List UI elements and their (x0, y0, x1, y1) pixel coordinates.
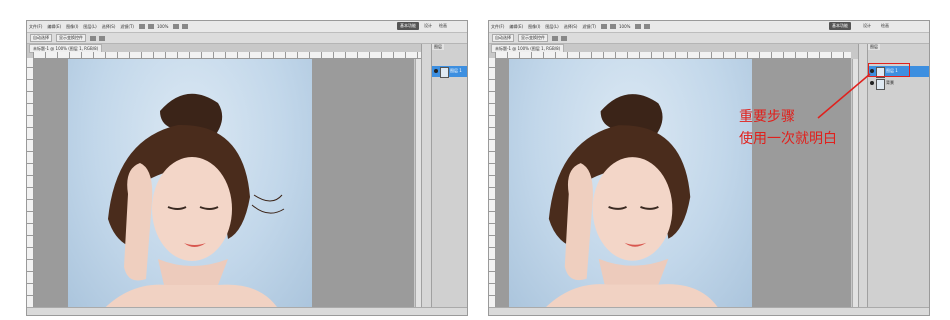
status-bar (489, 307, 929, 315)
layer-name: 图层 1 (450, 68, 462, 73)
essentials-button[interactable]: 基本功能 (829, 22, 851, 30)
align-icon[interactable] (90, 35, 96, 41)
layers-tab[interactable]: 图层 (868, 44, 880, 50)
transform-controls-option[interactable]: 显示变换控件 (518, 34, 548, 42)
bridge-icon[interactable] (601, 24, 607, 29)
highlight-box (868, 63, 910, 77)
annotation-arrow (817, 73, 871, 119)
bridge-icon[interactable] (139, 24, 145, 29)
photoshop-window-right: 文件(F) 编辑(E) 图像(I) 图层(L) 选择(S) 滤镜(T) 100%… (488, 20, 930, 316)
menu-file[interactable]: 文件(F) (29, 24, 42, 30)
menu-edit[interactable]: 编辑(E) (509, 24, 523, 30)
layer-thumbnail (440, 67, 449, 78)
layer-row[interactable]: 背景 (868, 78, 929, 90)
layer-thumbnail (876, 79, 885, 90)
auto-select-option[interactable]: 自动选择 (492, 34, 514, 42)
eye-icon[interactable] (434, 69, 438, 73)
canvas-area[interactable] (496, 59, 851, 315)
layer-name: 背景 (886, 80, 894, 85)
auto-select-option[interactable]: 自动选择 (30, 34, 52, 42)
screen-mode-icon[interactable] (182, 24, 189, 29)
paint-link[interactable]: 绘画 (881, 23, 889, 29)
menu-image[interactable]: 图像(I) (528, 24, 540, 30)
canvas-area[interactable] (34, 59, 414, 315)
paint-link[interactable]: 绘画 (439, 23, 447, 29)
menu-select[interactable]: 选择(S) (564, 24, 578, 30)
horizontal-ruler (495, 52, 851, 59)
essentials-button[interactable]: 基本功能 (397, 22, 419, 30)
vertical-ruler (27, 58, 34, 308)
transform-controls-option[interactable]: 显示变换控件 (56, 34, 86, 42)
annotation-line-2: 使用一次就明白 (739, 131, 837, 147)
layers-panel: 图层 图层 1 (431, 44, 467, 310)
vertical-ruler (489, 58, 496, 308)
screen-mode-icon[interactable] (644, 24, 651, 29)
layers-panel: 图层 图层 1 背景 (867, 44, 929, 310)
zoom-level[interactable]: 100% (619, 24, 630, 29)
menu-filter[interactable]: 滤镜(T) (120, 24, 134, 30)
portrait-illustration (98, 93, 285, 315)
zoom-level[interactable]: 100% (157, 24, 168, 29)
menu-select[interactable]: 选择(S) (102, 24, 116, 30)
distribute-icon[interactable] (561, 35, 567, 41)
design-link[interactable]: 设计 (424, 23, 432, 29)
options-bar: 自动选择 显示变换控件 (489, 33, 929, 44)
menu-layer[interactable]: 图层(L) (545, 24, 558, 30)
menu-filter[interactable]: 滤镜(T) (582, 24, 596, 30)
arrange-icon[interactable] (635, 24, 642, 29)
photoshop-window-left: 文件(F) 编辑(E) 图像(I) 图层(L) 选择(S) 滤镜(T) 100%… (26, 20, 468, 316)
horizontal-ruler (33, 52, 423, 59)
layers-tab[interactable]: 图层 (432, 44, 444, 50)
status-bar (27, 307, 467, 315)
distribute-icon[interactable] (99, 35, 105, 41)
portrait-photo (68, 59, 312, 315)
layer-row[interactable]: 图层 1 (432, 66, 467, 78)
portrait-illustration (538, 94, 723, 315)
portrait-photo (509, 59, 752, 315)
menu-layer[interactable]: 图层(L) (83, 24, 96, 30)
arrange-icon[interactable] (173, 24, 180, 29)
menu-image[interactable]: 图像(I) (66, 24, 78, 30)
minibridge-icon[interactable] (610, 24, 616, 29)
menu-file[interactable]: 文件(F) (491, 24, 504, 30)
design-link[interactable]: 设计 (863, 23, 871, 29)
annotation-line-1: 重要步骤 (739, 109, 795, 125)
minibridge-icon[interactable] (148, 24, 154, 29)
menu-edit[interactable]: 编辑(E) (47, 24, 61, 30)
options-bar: 自动选择 显示变换控件 (27, 33, 467, 44)
align-icon[interactable] (552, 35, 558, 41)
